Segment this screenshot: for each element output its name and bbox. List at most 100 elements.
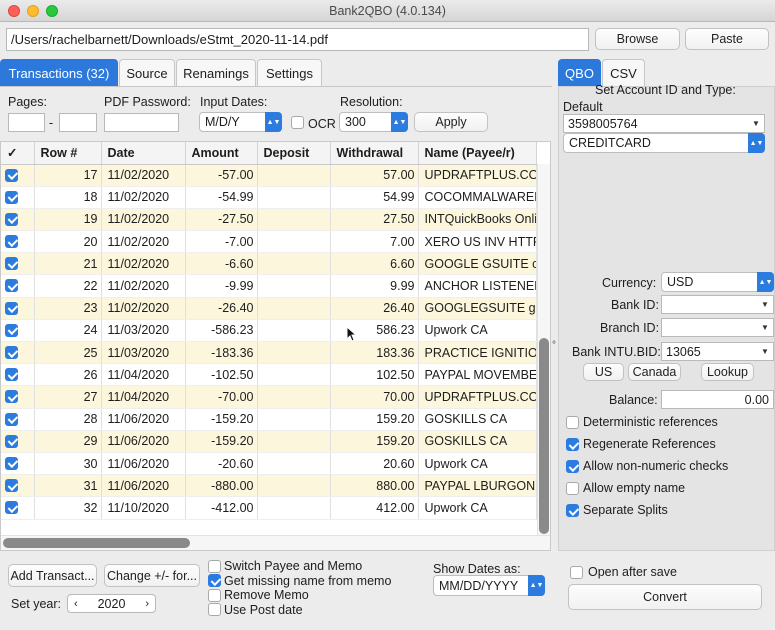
row-number-cell[interactable]: 23 <box>34 297 102 320</box>
table-row[interactable]: 24 11/03/2020 -586.23 586.23 Upwork CA <box>1 319 537 343</box>
row-include-checkbox[interactable] <box>5 235 18 249</box>
row-include-checkbox[interactable] <box>5 212 18 226</box>
withdrawal-cell[interactable]: 183.36 <box>330 341 419 365</box>
table-row[interactable]: 18 11/02/2020 -54.99 54.99 COCOMMALWAREB <box>1 186 537 209</box>
use-post-date-checkbox[interactable] <box>208 603 221 616</box>
deposit-cell[interactable] <box>257 208 331 232</box>
table-row[interactable]: 21 11/02/2020 -6.60 6.60 GOOGLE GSUITE cc <box>1 252 537 276</box>
date-cell[interactable]: 11/06/2020 <box>101 408 186 431</box>
row-include-checkbox[interactable] <box>5 346 18 359</box>
column-header-date[interactable]: Date <box>101 142 186 165</box>
amount-cell[interactable]: -54.99 <box>185 186 258 209</box>
remove-memo-checkbox[interactable] <box>208 589 221 602</box>
table-row[interactable]: 27 11/04/2020 -70.00 70.00 UPDRAFTPLUS.CON <box>1 385 537 409</box>
withdrawal-cell[interactable]: 70.00 <box>330 385 419 409</box>
tab-csv[interactable]: CSV <box>602 59 645 86</box>
separate-splits-checkbox[interactable] <box>566 504 579 517</box>
row-number-cell[interactable]: 18 <box>34 186 102 209</box>
table-row[interactable]: 23 11/02/2020 -26.40 26.40 GOOGLEGSUITE ge <box>1 297 537 320</box>
date-cell[interactable]: 11/02/2020 <box>101 208 186 232</box>
amount-cell[interactable]: -880.00 <box>185 474 258 498</box>
tab-renamings[interactable]: Renamings <box>176 59 256 86</box>
year-stepper[interactable]: ‹ 2020 › <box>67 594 156 613</box>
deposit-cell[interactable] <box>257 496 331 520</box>
lookup-button[interactable]: Lookup <box>701 363 754 381</box>
date-cell[interactable]: 11/04/2020 <box>101 385 186 409</box>
row-include-checkbox[interactable] <box>5 390 18 404</box>
deterministic-references-checkbox[interactable] <box>566 416 579 429</box>
bank-id-combo[interactable]: ▼ <box>661 295 774 314</box>
date-cell[interactable]: 11/06/2020 <box>101 474 186 498</box>
table-row[interactable]: 31 11/06/2020 -880.00 880.00 PAYPAL LBURGONL <box>1 474 537 498</box>
name-cell[interactable]: PRACTICE IGNITION <box>418 341 537 365</box>
deposit-cell[interactable] <box>257 430 331 453</box>
deposit-cell[interactable] <box>257 252 331 276</box>
row-number-cell[interactable]: 26 <box>34 363 102 387</box>
date-cell[interactable]: 11/04/2020 <box>101 363 186 387</box>
table-row[interactable]: 30 11/06/2020 -20.60 20.60 Upwork CA <box>1 452 537 476</box>
deposit-cell[interactable] <box>257 452 331 476</box>
date-cell[interactable]: 11/10/2020 <box>101 496 186 520</box>
change-sign-button[interactable]: Change +/- for... <box>104 564 200 587</box>
row-number-cell[interactable]: 27 <box>34 385 102 409</box>
table-row[interactable]: 25 11/03/2020 -183.36 183.36 PRACTICE IGNITI… <box>1 341 537 365</box>
apply-button[interactable]: Apply <box>414 112 488 132</box>
withdrawal-cell[interactable]: 159.20 <box>330 430 419 453</box>
table-row[interactable]: 22 11/02/2020 -9.99 9.99 ANCHOR LISTENER <box>1 274 537 298</box>
row-include-checkbox[interactable] <box>5 279 18 293</box>
table-row[interactable]: 17 11/02/2020 -57.00 57.00 UPDRAFTPLUS.CON <box>1 164 537 187</box>
dropdown-arrow-icon[interactable]: ▼ <box>748 115 764 132</box>
name-cell[interactable]: PAYPAL LBURGONL <box>418 474 537 498</box>
add-transaction-button[interactable]: Add Transact... <box>8 564 97 587</box>
name-cell[interactable]: GOSKILLS CA <box>418 430 537 453</box>
pdf-password-input[interactable] <box>104 113 179 132</box>
row-number-cell[interactable]: 32 <box>34 496 102 520</box>
deposit-cell[interactable] <box>257 408 331 431</box>
withdrawal-cell[interactable]: 57.00 <box>330 164 419 187</box>
row-include-checkbox[interactable] <box>5 301 18 315</box>
row-include-checkbox[interactable] <box>5 434 18 448</box>
column-header-name[interactable]: Name (Payee/r) <box>418 142 537 165</box>
name-cell[interactable]: GOSKILLS CA <box>418 408 537 431</box>
deposit-cell[interactable] <box>257 297 331 320</box>
withdrawal-cell[interactable]: 159.20 <box>330 408 419 431</box>
vertical-scrollbar-thumb[interactable] <box>539 338 549 534</box>
table-row[interactable]: 28 11/06/2020 -159.20 159.20 GOSKILLS CA <box>1 408 537 431</box>
withdrawal-cell[interactable]: 9.99 <box>330 274 419 298</box>
deposit-cell[interactable] <box>257 474 331 498</box>
row-include-checkbox[interactable] <box>5 412 18 426</box>
amount-cell[interactable]: -7.00 <box>185 230 258 254</box>
tab-transactions[interactable]: Transactions (32) <box>0 59 118 86</box>
regenerate-references-checkbox[interactable] <box>566 438 579 451</box>
name-cell[interactable]: XERO US INV HTTP <box>418 230 537 254</box>
deposit-cell[interactable] <box>257 385 331 409</box>
row-number-cell[interactable]: 28 <box>34 408 102 431</box>
date-cell[interactable]: 11/02/2020 <box>101 252 186 276</box>
paste-button[interactable]: Paste <box>685 28 769 50</box>
amount-cell[interactable]: -57.00 <box>185 164 258 187</box>
deposit-cell[interactable] <box>257 230 331 254</box>
column-header-row[interactable]: Row # <box>34 142 102 165</box>
deposit-cell[interactable] <box>257 274 331 298</box>
date-cell[interactable]: 11/06/2020 <box>101 430 186 453</box>
amount-cell[interactable]: -26.40 <box>185 297 258 320</box>
amount-cell[interactable]: -159.20 <box>185 430 258 453</box>
column-header-deposit[interactable]: Deposit <box>257 142 331 165</box>
date-cell[interactable]: 11/02/2020 <box>101 186 186 209</box>
tab-qbo[interactable]: QBO <box>558 59 601 86</box>
intu-bid-combo[interactable]: 13065 ▼ <box>661 342 774 361</box>
switch-payee-memo-checkbox[interactable] <box>208 560 221 573</box>
account-type-select[interactable]: CREDITCARD ▲▼ <box>563 133 765 153</box>
horizontal-scrollbar-thumb[interactable] <box>3 538 190 548</box>
withdrawal-cell[interactable]: 26.40 <box>330 297 419 320</box>
amount-cell[interactable]: -102.50 <box>185 363 258 387</box>
amount-cell[interactable]: -9.99 <box>185 274 258 298</box>
pages-to-input[interactable] <box>59 113 97 132</box>
browse-button[interactable]: Browse <box>595 28 680 50</box>
pages-from-input[interactable] <box>8 113 45 132</box>
resolution-select[interactable]: 300 ▲▼ <box>339 112 408 132</box>
row-number-cell[interactable]: 17 <box>34 164 102 187</box>
tab-source[interactable]: Source <box>119 59 175 86</box>
date-cell[interactable]: 11/02/2020 <box>101 274 186 298</box>
deposit-cell[interactable] <box>257 164 331 187</box>
